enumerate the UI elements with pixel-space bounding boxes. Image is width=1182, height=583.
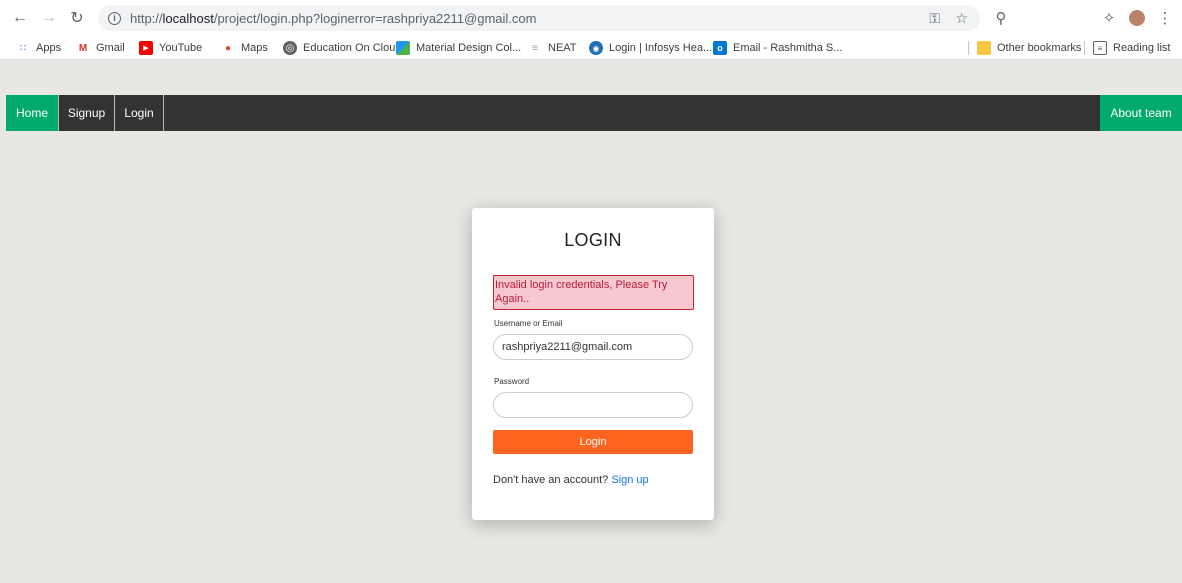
nav-login[interactable]: Login xyxy=(115,95,164,131)
bookmark-label: Gmail xyxy=(96,42,125,54)
account-prompt-text: Don't have an account? xyxy=(493,474,609,486)
bookmark-label: Apps xyxy=(36,42,62,54)
signup-link[interactable]: Sign up xyxy=(611,474,648,486)
reading-list-icon: ≡ xyxy=(1093,41,1107,55)
bookmark-label: Other bookmarks xyxy=(997,42,1082,54)
globe-icon: ◎ xyxy=(283,41,297,55)
bookmark-material[interactable]: Material Design Col... xyxy=(396,40,521,56)
bookmark-separator xyxy=(1084,41,1085,55)
bookmark-infosys[interactable]: ◉ Login | Infosys Hea... xyxy=(589,40,712,56)
bookmark-apps[interactable]: ∷ Apps xyxy=(16,40,61,56)
browser-toolbar: ← → ↻ i http://localhost/project/login.p… xyxy=(0,0,1182,36)
youtube-icon: ▶ xyxy=(139,41,153,55)
signup-prompt: Don't have an account? Sign up xyxy=(493,474,649,486)
bookmarks-bar: ∷ Apps M Gmail ▶ YouTube ● Maps ◎ Education O… xyxy=(0,36,1182,60)
outlook-icon: o xyxy=(713,41,727,55)
neat-icon: ≡ xyxy=(532,42,538,54)
bookmark-gmail[interactable]: M Gmail xyxy=(76,40,125,56)
password-label: Password xyxy=(494,377,530,386)
bookmark-education[interactable]: ◎ Education On Clou... xyxy=(283,40,405,56)
bookmark-label: NEAT xyxy=(548,42,577,54)
bookmark-youtube[interactable]: ▶ YouTube xyxy=(139,40,202,56)
apps-grid-icon: ∷ xyxy=(19,42,27,54)
bookmark-label: Education On Clou... xyxy=(303,42,405,54)
bookmark-label: YouTube xyxy=(159,42,203,54)
key-icon[interactable]: ⚿ xyxy=(929,5,940,31)
menu-kebab-icon[interactable]: ⋮ xyxy=(1154,6,1176,30)
url-text[interactable]: http://localhost/project/login.php?login… xyxy=(130,11,536,26)
login-title: LOGIN xyxy=(564,230,622,250)
username-input[interactable]: rashpriya2211@gmail.com xyxy=(493,334,693,360)
star-icon[interactable]: ☆ xyxy=(955,5,968,31)
bookmark-maps[interactable]: ● Maps xyxy=(221,40,268,56)
bookmark-reading-list[interactable]: ≡ Reading list xyxy=(1093,40,1170,56)
login-card: LOGIN Invalid login credentials, Please … xyxy=(472,208,714,520)
extensions-icon[interactable]: ✧ xyxy=(1098,6,1120,30)
login-button[interactable]: Login xyxy=(493,430,693,454)
folder-icon xyxy=(977,41,991,55)
nav-home[interactable]: Home xyxy=(6,95,58,131)
address-bar[interactable]: i http://localhost/project/login.php?log… xyxy=(98,5,980,31)
infosys-icon: ◉ xyxy=(589,41,603,55)
bookmark-label: Email - Rashmitha S... xyxy=(733,42,843,54)
nav-signup[interactable]: Signup xyxy=(58,95,115,131)
bookmark-label: Login | Infosys Hea... xyxy=(609,42,713,54)
avatar[interactable] xyxy=(1126,6,1148,30)
username-label: Username or Email xyxy=(494,319,563,328)
zoom-icon[interactable]: ⚲ xyxy=(990,6,1012,30)
page-top-gap xyxy=(0,61,1182,95)
bookmark-email[interactable]: o Email - Rashmitha S... xyxy=(713,40,842,56)
nav-about-team[interactable]: About team xyxy=(1100,95,1182,131)
bookmark-label: Reading list xyxy=(1113,42,1171,54)
gmail-icon: M xyxy=(78,42,88,54)
bookmark-other[interactable]: Other bookmarks xyxy=(977,40,1081,56)
bookmark-label: Maps xyxy=(241,42,268,54)
info-icon[interactable]: i xyxy=(108,11,121,25)
forward-arrow-icon[interactable]: → xyxy=(37,6,61,30)
material-icon xyxy=(396,41,410,55)
site-navbar: Home Signup Login About team xyxy=(6,95,1182,131)
bookmark-separator xyxy=(968,41,969,55)
error-alert: Invalid login credentials, Please Try Ag… xyxy=(493,275,694,310)
maps-pin-icon: ● xyxy=(224,42,232,54)
reload-icon[interactable]: ↻ xyxy=(65,6,89,30)
bookmark-neat[interactable]: ≡ NEAT xyxy=(528,40,577,56)
password-input[interactable] xyxy=(493,392,693,418)
back-arrow-icon[interactable]: ← xyxy=(8,6,32,30)
bookmark-label: Material Design Col... xyxy=(416,42,522,54)
